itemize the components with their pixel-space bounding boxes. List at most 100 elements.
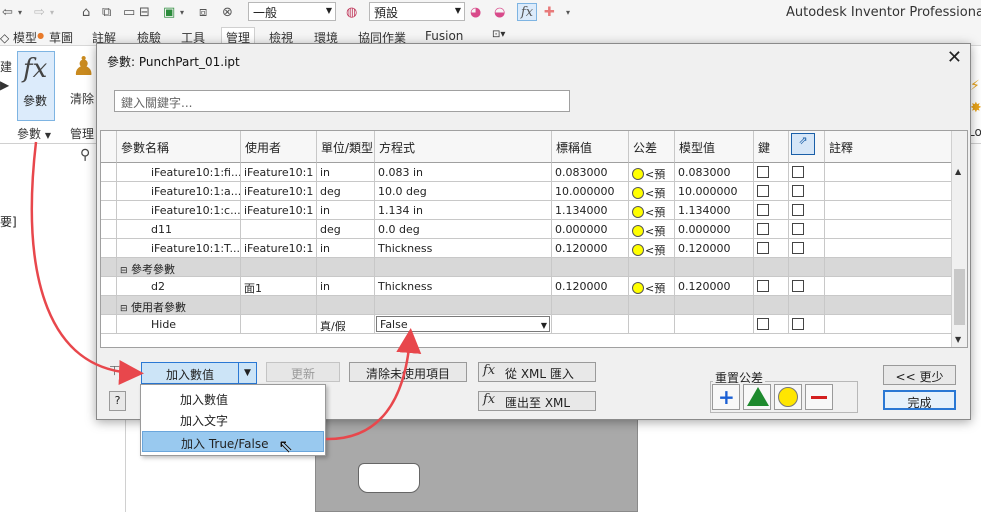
tolerance-cell[interactable]: <預 <box>629 277 675 296</box>
tab-fusion[interactable]: Fusion <box>425 29 463 43</box>
table-row[interactable]: Hide 真/假 False ▼ <box>101 315 952 334</box>
attach-icon[interactable]: ⧈ <box>199 3 207 21</box>
done-button[interactable]: 完成 <box>883 390 956 410</box>
lightning-icon[interactable]: ⚡ <box>970 78 980 94</box>
table-row[interactable]: iFeature10:1:T... iFeature10:1 in Thickn… <box>101 239 952 258</box>
tolerance-cell[interactable]: <預 <box>629 201 675 220</box>
col-header[interactable]: 參數名稱 <box>117 131 241 163</box>
col-header[interactable]: 模型值 <box>675 131 754 163</box>
menu-item-add-value[interactable]: 加入數值 <box>142 388 324 409</box>
less-button[interactable]: << 更少 <box>883 365 956 385</box>
menu-item-add-text[interactable]: 加入文字 <box>142 409 324 430</box>
key-checkbox[interactable] <box>757 318 769 330</box>
comment-cell[interactable] <box>825 239 952 258</box>
export-checkbox[interactable] <box>792 280 804 292</box>
export-checkbox[interactable] <box>792 166 804 178</box>
style-select[interactable]: 一般 ▼ <box>248 2 336 21</box>
key-checkbox[interactable] <box>757 242 769 254</box>
boolean-select[interactable]: False ▼ <box>376 316 550 332</box>
chevron-down-icon[interactable]: ▾ <box>180 3 184 21</box>
key-checkbox[interactable] <box>757 280 769 292</box>
export-checkbox[interactable] <box>792 318 804 330</box>
table-row[interactable]: d11 deg 0.0 deg 0.000000 <預 0.000000 <box>101 220 952 239</box>
appearance-clear-icon[interactable]: ◒ <box>494 3 505 21</box>
col-header[interactable]: 公差 <box>629 131 675 163</box>
col-header[interactable]: 方程式 <box>375 131 552 163</box>
export-xml-button[interactable]: fx 匯出至 XML <box>478 391 596 411</box>
help-icon[interactable]: ? <box>109 391 126 411</box>
parameters-button[interactable]: fx 參數 <box>17 51 55 121</box>
tolerance-cell[interactable]: <預 <box>629 182 675 201</box>
update-button[interactable]: 更新 <box>266 362 340 382</box>
key-checkbox[interactable] <box>757 166 769 178</box>
customize-icon[interactable]: ▾ <box>566 3 570 21</box>
col-header[interactable]: 使用者 <box>241 131 317 163</box>
table-row[interactable]: d2 面1 in Thickness 0.120000 <預 0.120000 <box>101 277 952 296</box>
broom-icon[interactable]: ♟ <box>72 52 95 82</box>
export-checkbox[interactable] <box>792 223 804 235</box>
table-row[interactable]: iFeature10:1:a... iFeature10:1 deg 10.0 … <box>101 182 952 201</box>
collapse-icon[interactable]: ⊟ <box>120 266 128 276</box>
col-header-export[interactable]: ⇗ <box>789 131 825 163</box>
scroll-up-icon[interactable]: ▲ <box>955 167 961 176</box>
table-row[interactable]: iFeature10:1:c... iFeature10:1 in 1.134 … <box>101 201 952 220</box>
comment-cell[interactable] <box>825 163 952 182</box>
close-icon[interactable]: ✕ <box>947 49 962 67</box>
export-checkbox[interactable] <box>792 185 804 197</box>
export-checkbox[interactable] <box>792 242 804 254</box>
tolerance-cell[interactable]: <預 <box>629 220 675 239</box>
tab-model[interactable]: ◇ 模型● <box>0 29 44 46</box>
tab-sketch[interactable]: 草圖 <box>49 29 73 46</box>
ruler-icon[interactable]: ⊟ <box>139 3 150 21</box>
col-header[interactable]: 標稱值 <box>552 131 629 163</box>
median-tolerance-button[interactable] <box>743 384 771 410</box>
chevron-down-icon[interactable]: ▾ <box>50 3 54 21</box>
star-icon[interactable]: ✸ <box>970 100 981 116</box>
undo-icon[interactable]: ⇦ <box>2 3 13 21</box>
tolerance-cell[interactable]: <預 <box>629 163 675 182</box>
comment-cell[interactable] <box>825 277 952 296</box>
home-icon[interactable]: ⌂ <box>82 3 90 21</box>
nominal-tolerance-button[interactable] <box>774 384 802 410</box>
key-checkbox[interactable] <box>757 223 769 235</box>
scroll-down-icon[interactable]: ▼ <box>955 335 961 344</box>
key-checkbox[interactable] <box>757 185 769 197</box>
col-header[interactable]: 鍵 <box>754 131 789 163</box>
vertical-scrollbar[interactable]: ▲ ▼ <box>951 131 967 347</box>
group-row[interactable]: ⊟ 使用者參數 <box>101 296 952 315</box>
comment-cell[interactable] <box>825 220 952 239</box>
appearance-adjust-icon[interactable]: ◕ <box>470 3 481 21</box>
project-icon[interactable]: ▣ <box>163 3 175 21</box>
comment-cell[interactable] <box>825 201 952 220</box>
comment-cell[interactable] <box>825 182 952 201</box>
filter-icon[interactable]: ⊤ <box>109 364 120 379</box>
upper-tolerance-button[interactable]: + <box>712 384 740 410</box>
layers-icon[interactable]: ⧉ <box>102 3 111 21</box>
settings-icon[interactable]: ⊗ <box>222 3 233 21</box>
purge-unused-button[interactable]: 清除未使用項目 <box>349 362 467 382</box>
group-row[interactable]: ⊟ 參考參數 <box>101 258 952 277</box>
add-value-split-button[interactable]: 加入數值 ▼ <box>141 362 257 384</box>
lower-tolerance-button[interactable] <box>805 384 833 410</box>
export-checkbox[interactable] <box>792 204 804 216</box>
chevron-down-icon[interactable]: ▾ <box>18 3 22 21</box>
appearance-select[interactable]: 預設 ▼ <box>369 2 465 21</box>
key-checkbox[interactable] <box>757 204 769 216</box>
measure-icon[interactable]: ▭ <box>123 3 135 21</box>
redo-icon[interactable]: ⇨ <box>34 3 45 21</box>
comment-cell[interactable] <box>825 315 952 334</box>
scroll-thumb[interactable] <box>954 269 965 325</box>
chevron-down-icon[interactable]: ▼ <box>238 363 256 383</box>
collapse-icon[interactable]: ⊟ <box>120 304 128 314</box>
ribbon-options-icon[interactable]: ⊡▾ <box>492 29 505 40</box>
purge-button-label[interactable]: 清除 <box>70 90 94 107</box>
plus-icon[interactable]: ✚ <box>544 3 555 21</box>
color-wheel-icon[interactable]: ◍ <box>346 3 357 21</box>
search-input[interactable]: 鍵入關鍵字... <box>114 90 570 112</box>
panel-parameters-label[interactable]: 參數 ▼ <box>17 125 51 142</box>
search-icon[interactable]: ⚲ <box>80 147 90 163</box>
tolerance-cell[interactable]: <預 <box>629 239 675 258</box>
menu-item-add-true-false[interactable]: 加入 True/False <box>142 431 324 452</box>
col-header[interactable]: 註釋 <box>825 131 952 163</box>
table-row[interactable]: iFeature10:1:fi... iFeature10:1 in 0.083… <box>101 163 952 182</box>
